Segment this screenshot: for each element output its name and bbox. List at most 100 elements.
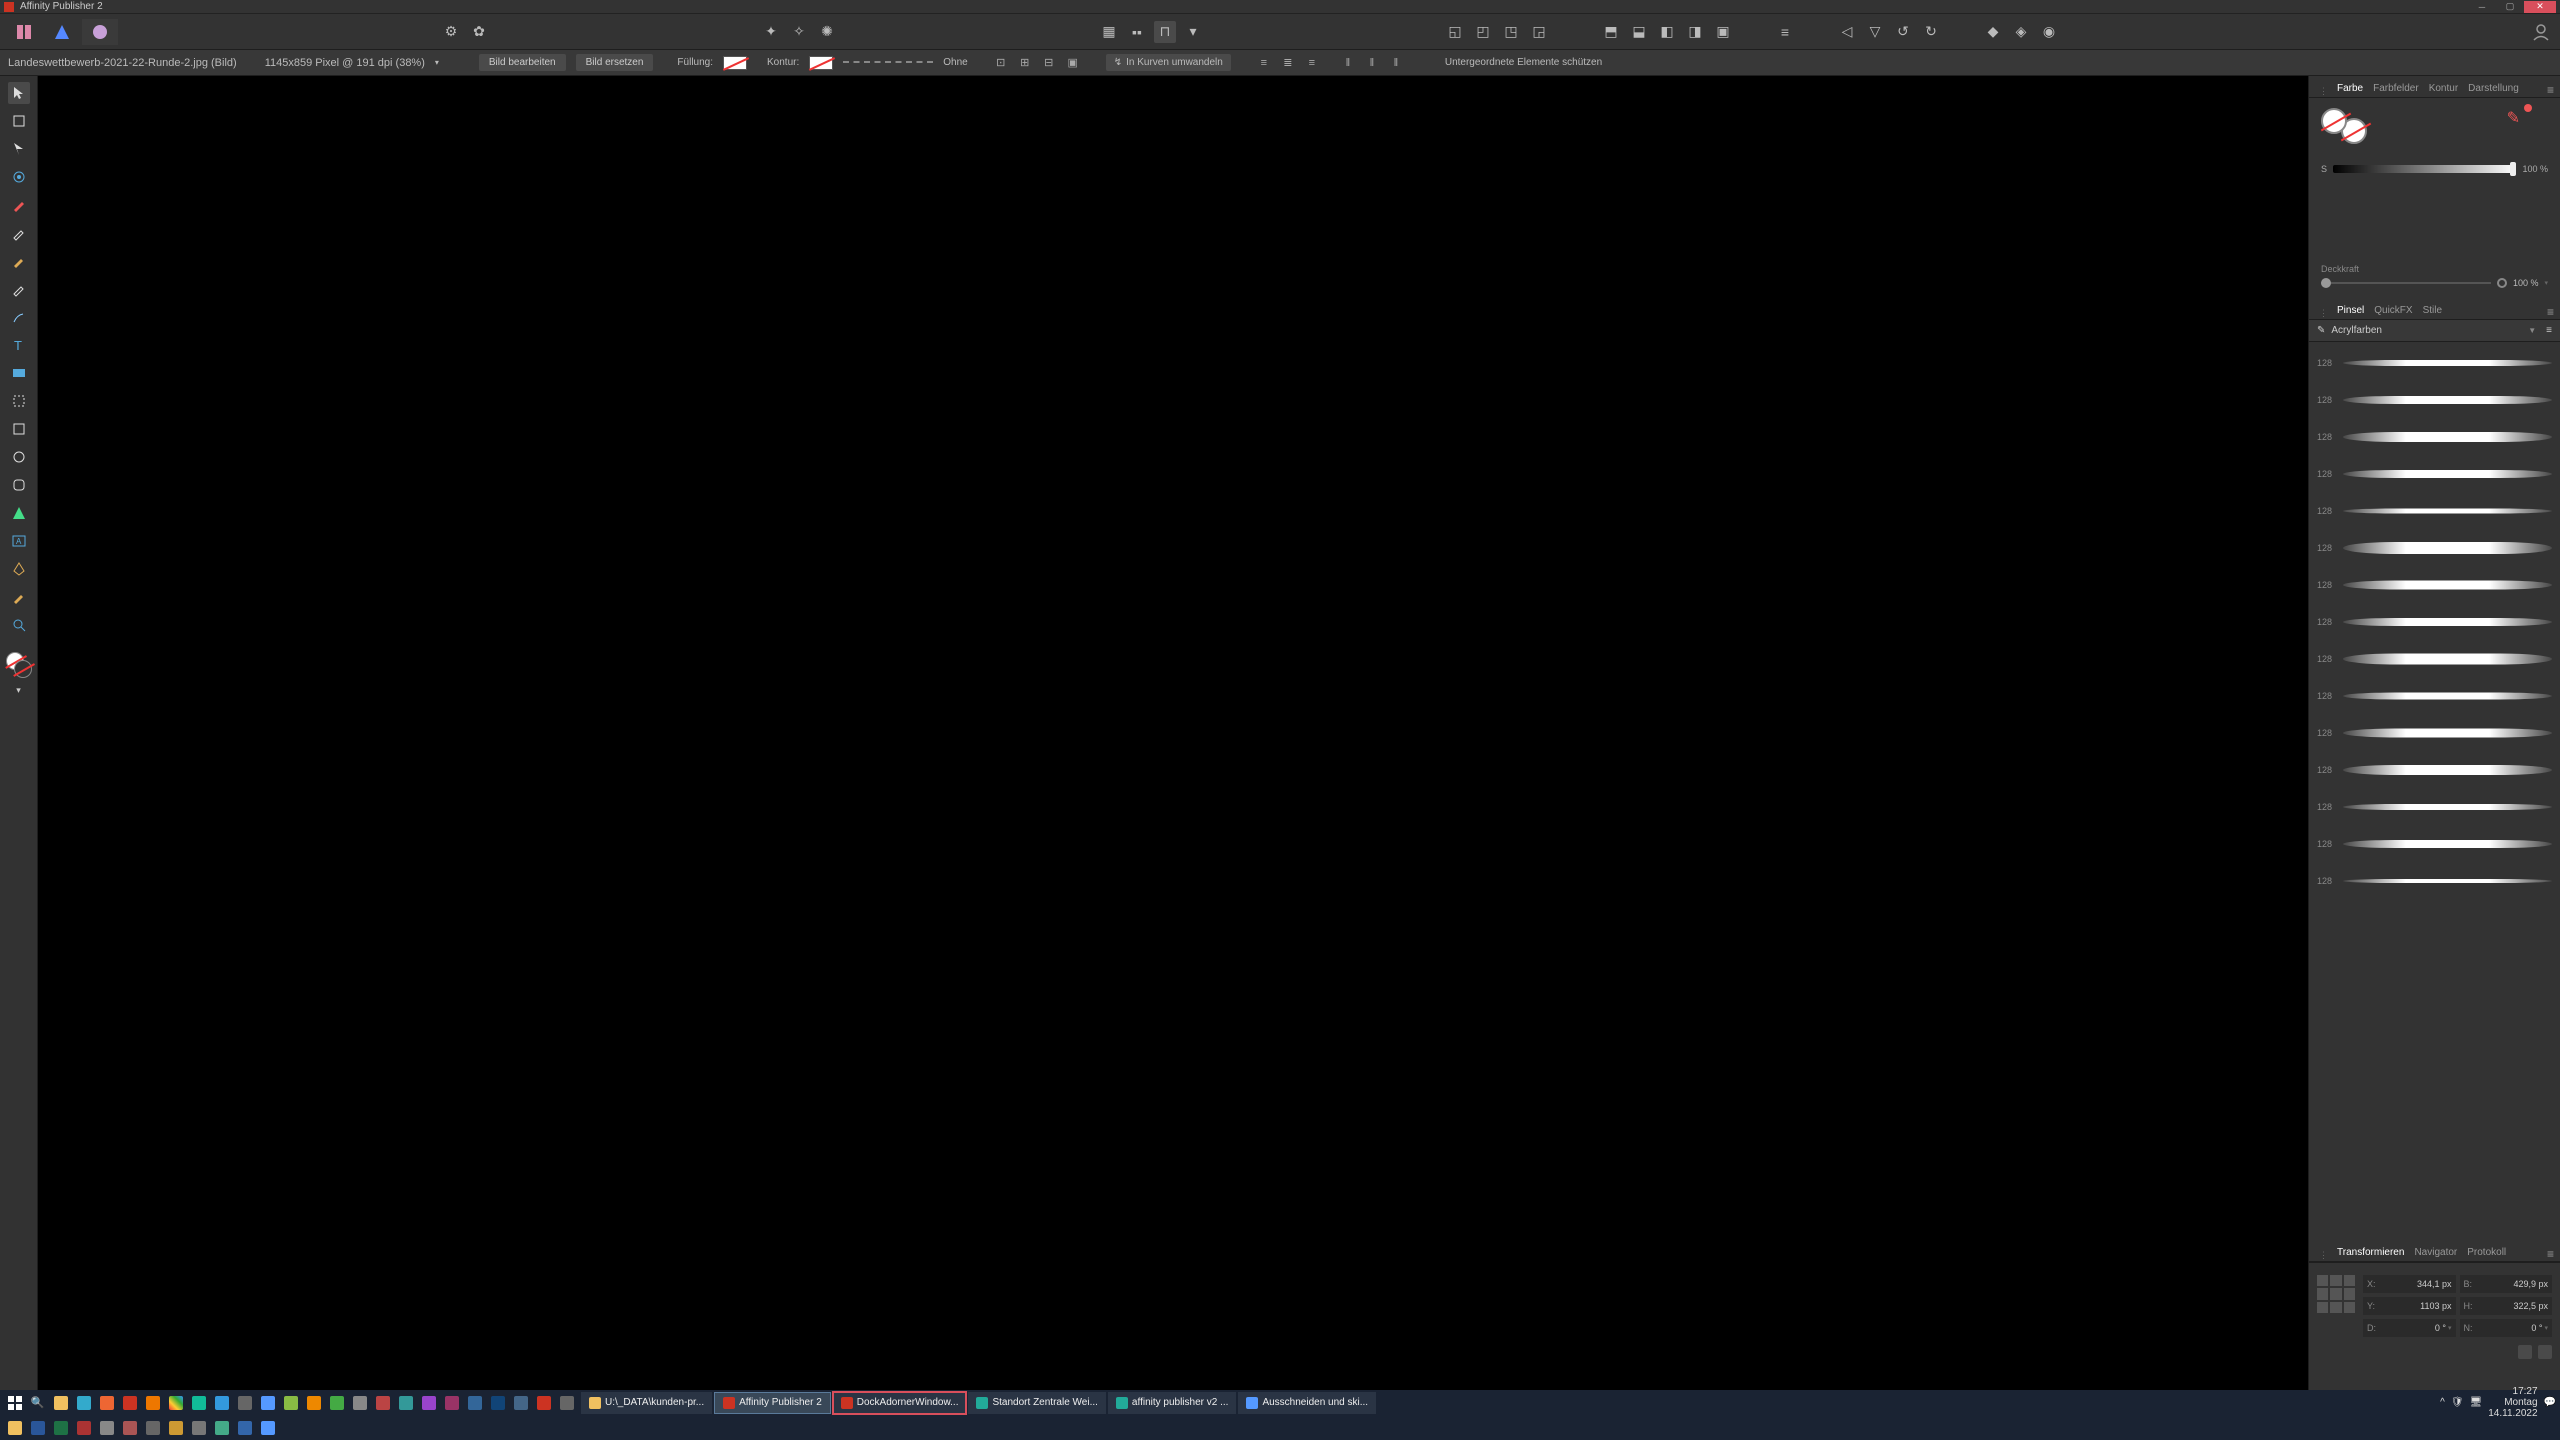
pin-app5-icon[interactable]	[257, 1393, 278, 1412]
tab-transform[interactable]: Transformieren	[2337, 1247, 2404, 1261]
mini-app6-icon[interactable]	[119, 1418, 140, 1437]
close-button[interactable]: ✕	[2524, 1, 2556, 13]
stroke-swatch[interactable]	[809, 56, 833, 70]
pen-tool[interactable]	[8, 558, 30, 580]
brush-preset[interactable]: 128	[2313, 605, 2556, 639]
tab-color[interactable]: Farbe	[2337, 83, 2363, 97]
taskbar-item[interactable]: affinity publisher v2 ...	[1108, 1392, 1237, 1414]
brush-preset[interactable]: 128	[2313, 753, 2556, 787]
notifications-icon[interactable]: 💬	[2544, 1397, 2556, 1408]
retouch-brush-tool[interactable]	[8, 194, 30, 216]
mini-excel-icon[interactable]	[50, 1418, 71, 1437]
smudge-tool[interactable]	[8, 306, 30, 328]
eraser-tool[interactable]	[8, 278, 30, 300]
panel-menu-icon[interactable]: ≡	[2546, 325, 2552, 336]
mini1-icon[interactable]	[4, 1418, 25, 1437]
pin-edge-icon[interactable]	[188, 1393, 209, 1412]
tab-stroke[interactable]: Kontur	[2429, 83, 2458, 97]
mini-app10-icon[interactable]	[211, 1418, 232, 1437]
pin-app14-icon[interactable]	[464, 1393, 485, 1412]
section-manager-icon[interactable]: ◉	[2038, 21, 2060, 43]
pin-app12-icon[interactable]	[418, 1393, 439, 1412]
edit-image-button[interactable]: Bild bearbeiten	[479, 54, 566, 71]
artboard-tool[interactable]	[8, 110, 30, 132]
boolean-xor-icon[interactable]: ▣	[1712, 21, 1734, 43]
grid-icon[interactable]: ▦	[1098, 21, 1120, 43]
zoom-dropdown-icon[interactable]: ▾	[435, 58, 439, 67]
tab-navigator[interactable]: Navigator	[2414, 1247, 2457, 1261]
pin-app9-icon[interactable]	[349, 1393, 370, 1412]
pin-app2-icon[interactable]	[96, 1393, 117, 1412]
rectangle-tool[interactable]	[8, 418, 30, 440]
rotate-cw-icon[interactable]: ↻	[1920, 21, 1942, 43]
document-tab[interactable]: Landeswettbewerb-2021-22-Runde-2.jpg (Bi…	[8, 57, 237, 69]
brush-preset[interactable]: 128	[2313, 827, 2556, 861]
pin-ie-icon[interactable]	[211, 1393, 232, 1412]
brush-preset[interactable]: 128	[2313, 457, 2556, 491]
rounded-rect-tool[interactable]	[8, 474, 30, 496]
taskbar-item[interactable]: Ausschneiden und ski...	[1238, 1392, 1376, 1414]
align-left-icon[interactable]: ≡	[1255, 56, 1273, 70]
fill-swatch[interactable]	[723, 56, 747, 70]
maximize-button[interactable]: ▢	[2496, 1, 2524, 13]
vector-brush-tool[interactable]	[8, 586, 30, 608]
frame-text-tool[interactable]: A	[8, 530, 30, 552]
boolean-subtract-icon[interactable]: ⬓	[1628, 21, 1650, 43]
align-top-icon[interactable]: ‖	[1339, 56, 1357, 70]
panel-menu-icon[interactable]: ≡	[2547, 83, 2554, 97]
persona-publisher[interactable]	[6, 19, 42, 45]
decoration1-icon[interactable]: ✦	[760, 21, 782, 43]
flip-v-icon[interactable]: ▽	[1864, 21, 1886, 43]
brush-list[interactable]: 1281281281281281281281281281281281281281…	[2309, 342, 2560, 1240]
brush-category-dropdown[interactable]: ✎ Acrylfarben ▼ ≡	[2309, 320, 2560, 342]
mini-access-icon[interactable]	[73, 1418, 94, 1437]
tab-history[interactable]: Protokoll	[2467, 1247, 2506, 1261]
y-field[interactable]: Y:1103 px	[2363, 1297, 2456, 1315]
ellipse-tool[interactable]	[8, 446, 30, 468]
brush-preset[interactable]: 128	[2313, 346, 2556, 380]
decoration3-icon[interactable]: ✺	[816, 21, 838, 43]
preferences-icon[interactable]: ✿	[468, 21, 490, 43]
opacity-dd-icon[interactable]: ▾	[2544, 279, 2548, 287]
minimize-button[interactable]: ─	[2468, 1, 2496, 13]
w-field[interactable]: B:429,9 px	[2460, 1275, 2553, 1293]
s-field[interactable]: N:0 °▾	[2460, 1319, 2553, 1337]
pin-explorer-icon[interactable]	[50, 1393, 71, 1412]
arrange-back-one-icon[interactable]: ◰	[1472, 21, 1494, 43]
taskbar-item[interactable]: DockAdornerWindow...	[833, 1392, 967, 1414]
taskbar-item[interactable]: U:\_DATA\kunden-pr...	[581, 1392, 712, 1414]
snap-icon[interactable]: ▪▪	[1126, 21, 1148, 43]
taskbar-item[interactable]: Standort Zentrale Wei...	[968, 1392, 1105, 1414]
picture-frame-tool[interactable]	[8, 362, 30, 384]
pin-app15-icon[interactable]	[487, 1393, 508, 1412]
panel-grip-icon[interactable]: ⋮	[2319, 1250, 2325, 1261]
convert-curves-button[interactable]: ↯ In Kurven umwandeln	[1106, 54, 1231, 71]
start-button[interactable]	[4, 1393, 25, 1412]
brush-preset[interactable]: 128	[2313, 383, 2556, 417]
saturation-slider[interactable]: S 100 %	[2321, 164, 2548, 174]
brush-preset[interactable]: 128	[2313, 494, 2556, 528]
brush-preset[interactable]: 128	[2313, 864, 2556, 898]
arrange-move-front-icon[interactable]: ◲	[1528, 21, 1550, 43]
h-field[interactable]: H:322,5 px	[2460, 1297, 2553, 1315]
align-opts-icon[interactable]	[2538, 1345, 2552, 1359]
align-panel-icon[interactable]: ≡	[1774, 21, 1796, 43]
liquify-tool[interactable]	[8, 166, 30, 188]
pin-app3-icon[interactable]	[119, 1393, 140, 1412]
boolean-add-icon[interactable]: ⬒	[1600, 21, 1622, 43]
decoration2-icon[interactable]: ✧	[788, 21, 810, 43]
canvas[interactable]	[38, 76, 2308, 1390]
pin-app10-icon[interactable]	[372, 1393, 393, 1412]
pin-app6-icon[interactable]	[280, 1393, 301, 1412]
link-dims-icon[interactable]	[2518, 1345, 2532, 1359]
align-bottom-icon[interactable]: ‖	[1387, 56, 1405, 70]
dropdown-icon[interactable]: ▾	[1182, 21, 1204, 43]
move-tool[interactable]	[8, 82, 30, 104]
zoom-tool[interactable]	[8, 614, 30, 636]
pin-app18-icon[interactable]	[556, 1393, 577, 1412]
flip-h-icon[interactable]: ◁	[1836, 21, 1858, 43]
noise-toggle-icon[interactable]	[2497, 278, 2507, 288]
pin-app11-icon[interactable]	[395, 1393, 416, 1412]
tab-appearance[interactable]: Darstellung	[2468, 83, 2519, 97]
tab-swatches[interactable]: Farbfelder	[2373, 83, 2419, 97]
